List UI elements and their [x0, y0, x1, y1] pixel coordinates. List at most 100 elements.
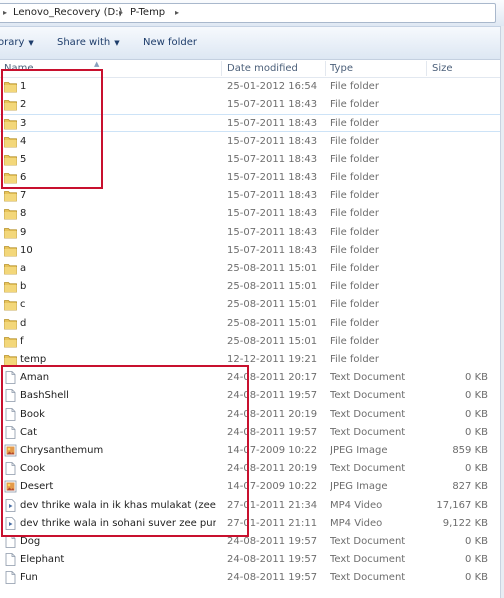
- file-date-modified: 27-01-2011 21:34: [227, 499, 318, 511]
- file-size: 9,122 KB: [442, 517, 488, 529]
- file-date-modified: 15-07-2011 18:43: [227, 135, 318, 147]
- file-date-modified: 24-08-2011 20:19: [227, 463, 318, 475]
- file-type: MP4 Video: [330, 499, 383, 511]
- file-row[interactable]: 1 25-01-2012 16:54 File folder: [0, 78, 504, 96]
- file-name: Cook: [20, 463, 46, 475]
- library-button[interactable]: orary ▼: [0, 27, 34, 59]
- file-name: Dog: [20, 536, 41, 547]
- file-date-modified: 24-08-2011 20:17: [227, 372, 318, 384]
- file-type: File folder: [330, 354, 379, 365]
- file-date-modified: 27-01-2011 21:11: [227, 517, 318, 529]
- new-folder-label: New folder: [143, 37, 198, 48]
- file-type: File folder: [330, 153, 379, 165]
- file-name: Fun: [20, 572, 38, 584]
- file-size: [430, 187, 488, 205]
- address-bar: ▸ Lenovo_Recovery (D:) ▸ P-Temp ▸: [0, 0, 504, 27]
- file-row[interactable]: 10 15-07-2011 18:43 File folder: [0, 242, 504, 260]
- file-row[interactable]: 6 15-07-2011 18:43 File folder: [0, 169, 504, 187]
- file-size: [430, 224, 488, 242]
- file-date-modified: 25-08-2011 15:01: [227, 263, 318, 274]
- file-row[interactable]: Aman 24-08-2011 20:17 Text Document 0 KB: [0, 369, 504, 387]
- file-name: BashShell: [20, 390, 69, 402]
- breadcrumb-drive[interactable]: Lenovo_Recovery (D:): [13, 4, 122, 22]
- file-row[interactable]: Book 24-08-2011 20:19 Text Document 0 KB: [0, 406, 504, 424]
- file-row[interactable]: 3 15-07-2011 18:43 File folder: [0, 114, 504, 133]
- column-header-row: ▲ Name Date modified Type Size: [0, 60, 504, 78]
- folder-icon: [4, 117, 17, 130]
- file-type: Text Document: [330, 408, 406, 420]
- file-date-modified: 15-07-2011 18:43: [227, 244, 318, 256]
- file-row[interactable]: 2 15-07-2011 18:43 File folder: [0, 96, 504, 114]
- file-type: File folder: [330, 118, 379, 130]
- file-date-modified: 24-08-2011 19:57: [227, 536, 318, 547]
- file-row[interactable]: BashShell 24-08-2011 19:57 Text Document 0 …: [0, 387, 504, 405]
- jpeg-image-icon: [4, 480, 17, 493]
- file-row[interactable]: f 25-08-2011 15:01 File folder: [0, 333, 504, 351]
- file-row[interactable]: Cook 24-08-2011 20:19 Text Document 0 KB: [0, 460, 504, 478]
- file-row[interactable]: Fun 24-08-2011 19:57 Text Document 0 KB: [0, 569, 504, 587]
- file-type: Text Document: [330, 372, 406, 384]
- file-type: Text Document: [330, 554, 406, 566]
- file-type: File folder: [330, 244, 379, 256]
- column-header-date-modified[interactable]: Date modified: [227, 60, 298, 77]
- file-row[interactable]: d 25-08-2011 15:01 File folder: [0, 315, 504, 333]
- column-divider[interactable]: [325, 61, 326, 76]
- file-row[interactable]: 8 15-07-2011 18:43 File folder: [0, 205, 504, 223]
- file-type: File folder: [330, 135, 379, 147]
- folder-icon: [4, 226, 17, 239]
- file-row[interactable]: b 25-08-2011 15:01 File folder: [0, 278, 504, 296]
- share-with-button[interactable]: Share with ▼: [57, 27, 120, 59]
- breadcrumb-separator-icon[interactable]: ▸: [175, 4, 179, 22]
- file-row[interactable]: 5 15-07-2011 18:43 File folder: [0, 151, 504, 169]
- file-row[interactable]: Elephant 24-08-2011 19:57 Text Document 0 K…: [0, 551, 504, 569]
- folder-icon: [4, 244, 17, 257]
- file-type: Text Document: [330, 390, 406, 402]
- file-size: [430, 260, 488, 278]
- column-header-type[interactable]: Type: [330, 60, 353, 77]
- file-size: 17,167 KB: [436, 499, 488, 511]
- column-header-name[interactable]: Name: [4, 60, 34, 77]
- file-type: MP4 Video: [330, 517, 383, 529]
- file-row[interactable]: dev thrike wala in ik khas mulakat (zee …: [0, 497, 504, 515]
- file-row[interactable]: 7 15-07-2011 18:43 File folder: [0, 187, 504, 205]
- jpeg-image-icon: [4, 444, 17, 457]
- file-size: [430, 205, 488, 223]
- file-name: dev thrike wala in ik khas mulakat (zee …: [20, 499, 216, 511]
- sort-ascending-icon: ▲: [94, 60, 100, 68]
- folder-icon: [4, 80, 17, 93]
- folder-icon: [4, 298, 17, 311]
- file-type: File folder: [330, 99, 379, 111]
- file-type: File folder: [330, 208, 379, 220]
- address-field[interactable]: ▸ Lenovo_Recovery (D:) ▸ P-Temp ▸: [0, 3, 496, 23]
- file-row[interactable]: Desert 14-07-2009 10:22 JPEG Image 827 KB: [0, 478, 504, 496]
- file-row[interactable]: c 25-08-2011 15:01 File folder: [0, 296, 504, 314]
- file-date-modified: 24-08-2011 19:57: [227, 426, 318, 438]
- breadcrumb-folder[interactable]: P-Temp: [130, 4, 165, 22]
- file-name: 8: [20, 208, 27, 220]
- file-type: Text Document: [330, 536, 406, 547]
- column-header-size[interactable]: Size: [432, 60, 453, 77]
- file-row[interactable]: 4 15-07-2011 18:43 File folder: [0, 133, 504, 151]
- file-row[interactable]: Cat 24-08-2011 19:57 Text Document 0 KB: [0, 424, 504, 442]
- file-row[interactable]: Chrysanthemum 14-07-2009 10:22 JPEG Image 8…: [0, 442, 504, 460]
- text-document-icon: [4, 553, 17, 567]
- file-size: [430, 78, 488, 96]
- file-row[interactable]: Dog 24-08-2011 19:57 Text Document 0 KB: [0, 533, 504, 551]
- breadcrumb-separator-icon[interactable]: ▸: [3, 4, 7, 22]
- file-name: 6: [20, 172, 27, 183]
- column-divider[interactable]: [426, 61, 427, 76]
- file-type: File folder: [330, 226, 379, 238]
- file-type: File folder: [330, 81, 379, 92]
- dropdown-arrow-icon: ▼: [114, 39, 120, 47]
- file-row[interactable]: temp 12-12-2011 19:21 File folder: [0, 351, 504, 369]
- video-file-icon: [4, 498, 17, 512]
- breadcrumb-separator-icon[interactable]: ▸: [119, 4, 123, 22]
- new-folder-button[interactable]: New folder: [143, 27, 197, 59]
- file-row[interactable]: 9 15-07-2011 18:43 File folder: [0, 224, 504, 242]
- file-date-modified: 15-07-2011 18:43: [227, 99, 318, 111]
- folder-icon: [4, 171, 17, 184]
- file-row[interactable]: a 25-08-2011 15:01 File folder: [0, 260, 504, 278]
- file-name: 3: [20, 118, 27, 130]
- file-row[interactable]: dev thrike wala in sohani suver zee punj…: [0, 515, 504, 533]
- column-divider[interactable]: [221, 61, 222, 76]
